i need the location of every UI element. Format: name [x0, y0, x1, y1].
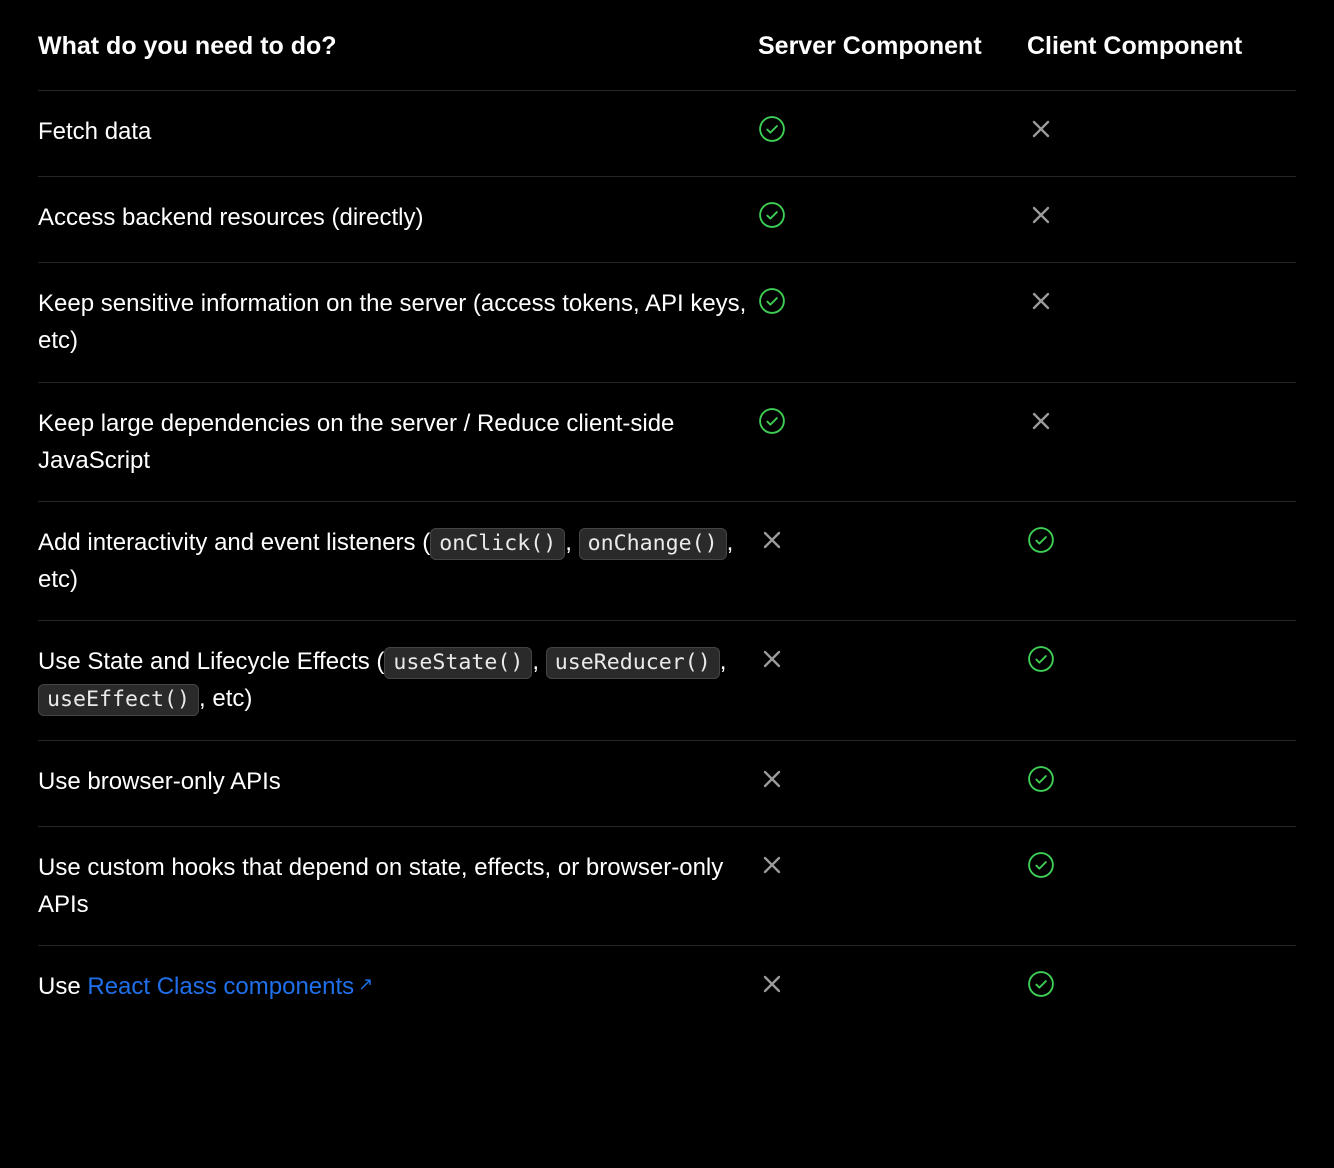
check-circle-icon [758, 407, 786, 435]
check-circle-icon [758, 201, 786, 229]
task-text: Use browser-only APIs [38, 768, 281, 795]
client-cell [1027, 382, 1296, 501]
server-cell [758, 263, 1027, 382]
task-cell: Keep large dependencies on the server / … [38, 382, 758, 501]
server-cell [758, 826, 1027, 945]
client-cell [1027, 740, 1296, 826]
check-circle-icon [758, 115, 786, 143]
task-text: , [720, 648, 727, 675]
task-text: Access backend resources (directly) [38, 204, 423, 231]
header-task: What do you need to do? [38, 30, 758, 90]
cross-icon [758, 765, 786, 793]
cross-icon [1027, 201, 1055, 229]
server-cell [758, 176, 1027, 262]
server-cell [758, 90, 1027, 176]
external-link-icon: ↗ [358, 974, 373, 994]
header-server: Server Component [758, 30, 1027, 90]
task-cell: Add interactivity and event listeners (o… [38, 501, 758, 620]
server-cell [758, 740, 1027, 826]
server-cell [758, 621, 1027, 740]
check-circle-icon [1027, 526, 1055, 554]
comparison-table-wrapper: What do you need to do? Server Component… [0, 0, 1334, 1168]
check-circle-icon [1027, 645, 1055, 673]
cross-icon [1027, 407, 1055, 435]
inline-code: useEffect() [38, 684, 199, 716]
external-link[interactable]: React Class components↗ [87, 973, 373, 1000]
client-cell [1027, 621, 1296, 740]
task-text: Use [38, 973, 87, 1000]
check-circle-icon [1027, 765, 1055, 793]
header-client: Client Component [1027, 30, 1296, 90]
client-cell [1027, 90, 1296, 176]
server-cell [758, 382, 1027, 501]
client-cell [1027, 263, 1296, 382]
inline-code: useState() [384, 647, 532, 679]
task-cell: Use React Class components↗ [38, 946, 758, 1032]
task-text: , [532, 648, 545, 675]
inline-code: onClick() [430, 528, 565, 560]
inline-code: useReducer() [546, 647, 720, 679]
table-row: Use State and Lifecycle Effects (useStat… [38, 621, 1296, 740]
task-text: Add interactivity and event listeners ( [38, 529, 430, 556]
task-cell: Keep sensitive information on the server… [38, 263, 758, 382]
task-text: Keep sensitive information on the server… [38, 290, 746, 354]
table-row: Fetch data [38, 90, 1296, 176]
table-row: Keep sensitive information on the server… [38, 263, 1296, 382]
server-cell [758, 946, 1027, 1032]
task-text: , [565, 529, 578, 556]
cross-icon [758, 970, 786, 998]
task-text: Fetch data [38, 118, 151, 145]
task-cell: Use State and Lifecycle Effects (useStat… [38, 621, 758, 740]
comparison-table: What do you need to do? Server Component… [38, 30, 1296, 1031]
cross-icon [758, 851, 786, 879]
table-row: Use custom hooks that depend on state, e… [38, 826, 1296, 945]
check-circle-icon [1027, 970, 1055, 998]
table-row: Add interactivity and event listeners (o… [38, 501, 1296, 620]
table-row: Use browser-only APIs [38, 740, 1296, 826]
cross-icon [758, 526, 786, 554]
task-text: Use State and Lifecycle Effects ( [38, 648, 384, 675]
check-circle-icon [1027, 851, 1055, 879]
client-cell [1027, 946, 1296, 1032]
table-row: Use React Class components↗ [38, 946, 1296, 1032]
client-cell [1027, 826, 1296, 945]
client-cell [1027, 501, 1296, 620]
task-cell: Access backend resources (directly) [38, 176, 758, 262]
table-header-row: What do you need to do? Server Component… [38, 30, 1296, 90]
check-circle-icon [758, 287, 786, 315]
table-row: Keep large dependencies on the server / … [38, 382, 1296, 501]
task-text: Use custom hooks that depend on state, e… [38, 854, 723, 918]
task-cell: Use custom hooks that depend on state, e… [38, 826, 758, 945]
task-cell: Fetch data [38, 90, 758, 176]
server-cell [758, 501, 1027, 620]
table-row: Access backend resources (directly) [38, 176, 1296, 262]
inline-code: onChange() [579, 528, 727, 560]
task-text: , etc) [199, 685, 252, 712]
cross-icon [1027, 287, 1055, 315]
cross-icon [1027, 115, 1055, 143]
task-text: Keep large dependencies on the server / … [38, 410, 674, 474]
cross-icon [758, 645, 786, 673]
client-cell [1027, 176, 1296, 262]
task-cell: Use browser-only APIs [38, 740, 758, 826]
